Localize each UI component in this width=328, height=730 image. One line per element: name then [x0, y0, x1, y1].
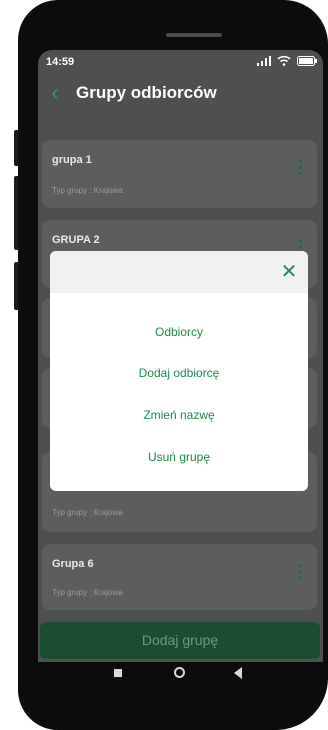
nav-back-icon[interactable] — [234, 667, 242, 679]
option-add-recipient[interactable]: Dodaj odbiorcę — [50, 366, 308, 380]
option-recipients[interactable]: Odbiorcy — [50, 325, 308, 339]
app-header: ‹ Grupy odbiorców — [38, 74, 323, 114]
status-time: 14:59 — [46, 56, 75, 68]
kebab-menu-icon[interactable] — [295, 158, 305, 178]
earpiece-speaker — [166, 33, 222, 37]
group-card-6[interactable]: Grupa 6 Typ grupy : Krajowa — [42, 544, 317, 610]
page-title: Grupy odbiorców — [76, 83, 217, 102]
wifi-icon — [277, 55, 291, 66]
android-nav-bar — [38, 662, 323, 685]
group-type: Typ grupy : Krajowa — [52, 508, 123, 517]
modal-header: ✕ — [50, 251, 308, 293]
add-group-button[interactable]: Dodaj grupę — [40, 622, 320, 659]
group-name: grupa 1 — [52, 154, 92, 166]
signal-icon — [257, 55, 271, 66]
app-screen: 14:59 ‹ Grupy odbiorców grupa 1 Typ grup… — [38, 50, 323, 685]
option-delete-group[interactable]: Usuń grupę — [50, 450, 308, 464]
group-card-1[interactable]: grupa 1 Typ grupy : Krajowa — [42, 140, 317, 208]
recent-apps-icon[interactable] — [114, 669, 122, 677]
close-icon[interactable]: ✕ — [278, 261, 300, 283]
group-name: GRUPA 2 — [52, 234, 100, 246]
kebab-menu-icon[interactable] — [295, 562, 305, 582]
status-bar: 14:59 — [38, 50, 323, 74]
status-icons — [257, 55, 317, 66]
option-rename[interactable]: Zmień nazwę — [50, 408, 308, 422]
group-actions-modal: ✕ Odbiorcy Dodaj odbiorcę Zmień nazwę Us… — [50, 251, 308, 491]
group-type: Typ grupy : Krajowa — [52, 186, 123, 195]
home-icon[interactable] — [174, 667, 185, 678]
battery-icon — [297, 55, 317, 66]
group-name: Grupa 6 — [52, 558, 94, 570]
back-arrow-icon[interactable]: ‹ — [42, 80, 68, 106]
group-type: Typ grupy : Krajowa — [52, 588, 123, 597]
